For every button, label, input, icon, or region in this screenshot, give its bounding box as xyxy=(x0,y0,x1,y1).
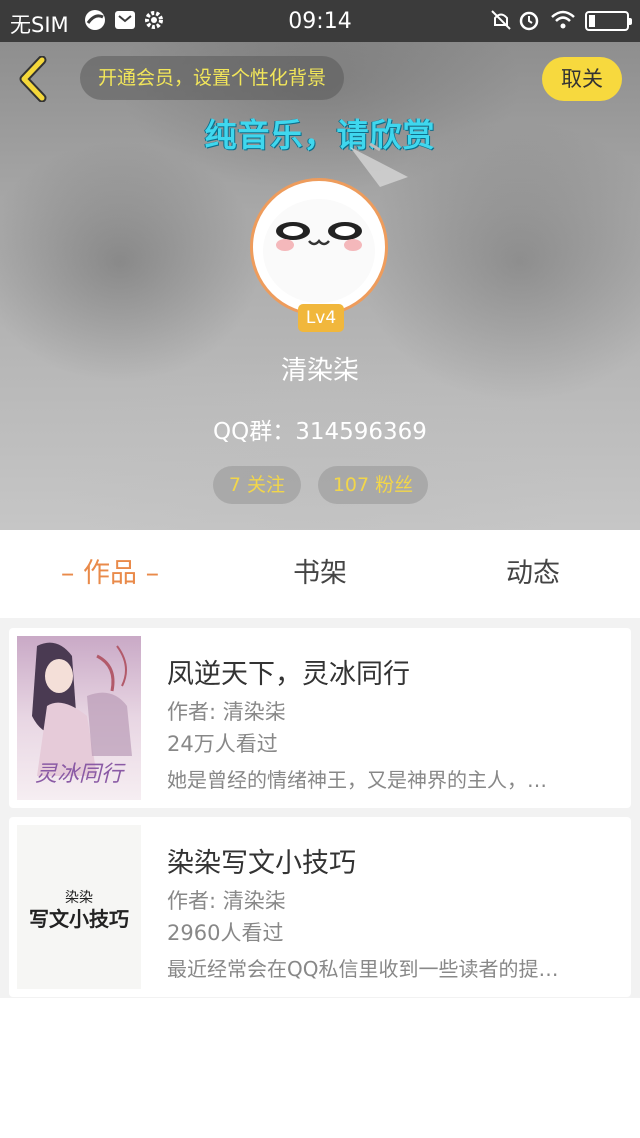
banner-text: 纯音乐，请欣赏 xyxy=(204,116,436,154)
book-cover: 灵冰同行 xyxy=(17,636,141,800)
book-views: 2960人看过 xyxy=(167,921,284,945)
qq-group-number: QQ群：314596369 xyxy=(213,419,427,445)
back-button[interactable] xyxy=(14,55,54,103)
book-cover-title: 灵冰同行 xyxy=(34,762,123,787)
avatar-face-icon xyxy=(263,199,375,303)
list-item[interactable]: 灵冰同行 凤逆天下，灵冰同行 作者: 清染柒 24万人看过 她是曾经的情绪神王，… xyxy=(9,628,631,808)
list-item[interactable]: 染染 写文小技巧 染染写文小技巧 作者: 清染柒 2960人看过 最近经常会在Q… xyxy=(9,817,631,997)
unfollow-button[interactable]: 取关 xyxy=(542,57,622,101)
book-cover-title: 写文小技巧 xyxy=(29,907,129,931)
alarm-icon xyxy=(518,9,540,36)
book-views: 24万人看过 xyxy=(167,732,278,756)
tab-works[interactable]: – 作品 – xyxy=(40,530,180,618)
book-title: 凤逆天下，灵冰同行 xyxy=(167,659,410,690)
book-author: 作者: 清染柒 xyxy=(167,700,286,724)
level-badge: Lv4 xyxy=(298,304,344,332)
nickname: 清染柒 xyxy=(280,356,359,386)
clock: 09:14 xyxy=(288,9,352,34)
following-count[interactable]: 7 关注 xyxy=(213,466,301,504)
status-bar: 无SIM 09:14 xyxy=(0,0,640,42)
avatar[interactable] xyxy=(250,178,388,316)
book-description: 最近经常会在QQ私信里收到一些读者的提… xyxy=(167,957,559,981)
wifi-icon xyxy=(550,9,576,36)
tab-activity[interactable]: 动态 xyxy=(463,530,603,618)
music-note-graphic xyxy=(350,142,408,187)
book-cover: 染染 写文小技巧 xyxy=(17,825,141,989)
mute-icon xyxy=(490,9,512,36)
book-author: 作者: 清染柒 xyxy=(167,889,286,913)
tab-bookshelf[interactable]: 书架 xyxy=(250,530,390,618)
profile-tabs: – 作品 – 书架 动态 xyxy=(0,530,640,618)
profile-header: 开通会员，设置个性化背景 取关 纯音乐，请欣赏 Lv4 清染柒 QQ群：3145… xyxy=(0,42,640,530)
book-description: 她是曾经的情绪神王，又是神界的主人，… xyxy=(167,768,547,792)
book-title: 染染写文小技巧 xyxy=(167,848,356,879)
fans-count[interactable]: 107 粉丝 xyxy=(318,466,428,504)
chevron-left-icon xyxy=(19,55,47,103)
vip-background-prompt[interactable]: 开通会员，设置个性化背景 xyxy=(80,56,345,100)
works-list: 灵冰同行 凤逆天下，灵冰同行 作者: 清染柒 24万人看过 她是曾经的情绪神王，… xyxy=(0,618,640,998)
battery-icon xyxy=(585,11,632,31)
